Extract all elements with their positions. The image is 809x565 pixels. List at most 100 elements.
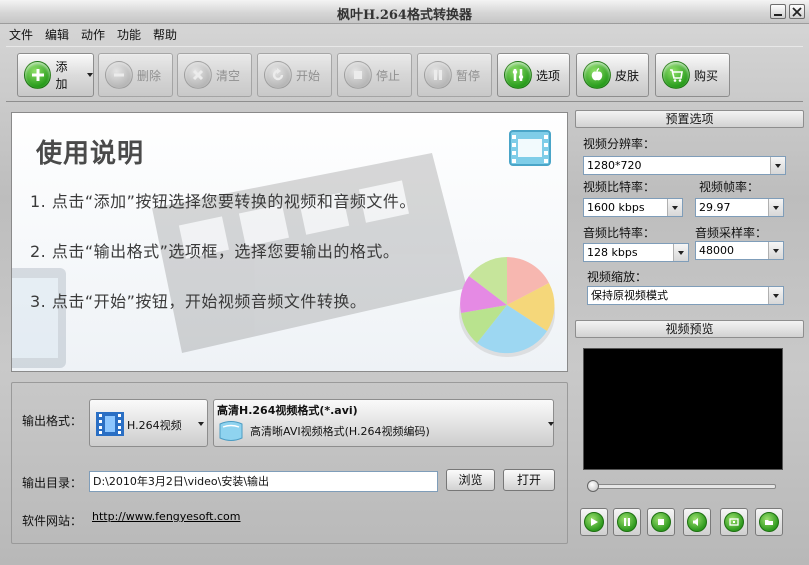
- frame-rate-select[interactable]: 29.97: [695, 198, 784, 217]
- apple-icon: [583, 61, 611, 89]
- video-file-icon: [219, 421, 243, 441]
- tools-icon: [504, 61, 532, 89]
- clear-label: 清空: [216, 68, 241, 83]
- open-folder-button[interactable]: [755, 508, 783, 536]
- snapshot-button[interactable]: [720, 508, 748, 536]
- sample-rate-select[interactable]: 48000: [695, 241, 784, 260]
- start-button[interactable]: 开始: [257, 53, 332, 97]
- audio-bitrate-label: 音频比特率：: [583, 226, 656, 240]
- chevron-down-icon: [768, 287, 783, 304]
- instruction-step-1: 1. 点击“添加”按钮选择您要转换的视频和音频文件。: [30, 192, 416, 211]
- stop-button[interactable]: 停止: [337, 53, 412, 97]
- output-format-label: 输出格式：: [22, 414, 83, 428]
- menu-function[interactable]: 功能: [117, 26, 141, 43]
- browse-button[interactable]: 浏览: [446, 469, 495, 491]
- stop-icon: [658, 519, 664, 525]
- audio-bitrate-select[interactable]: 128 kbps: [583, 243, 689, 262]
- video-bitrate-value: 1600 kbps: [587, 201, 645, 214]
- menu-help[interactable]: 帮助: [153, 26, 177, 43]
- cart-icon: [662, 61, 690, 89]
- play-button[interactable]: [580, 508, 608, 536]
- chevron-down-icon: [667, 199, 682, 216]
- format-select[interactable]: 高清H.264视频格式(*.avi) 高清晰AVI视频格式(H.264视频编码): [213, 399, 554, 447]
- seek-handle[interactable]: [587, 480, 599, 492]
- minimize-button[interactable]: [770, 4, 786, 19]
- chevron-down-icon: [673, 244, 688, 261]
- format-description: 高清晰AVI视频格式(H.264视频编码): [250, 425, 430, 438]
- pause-icon: [624, 518, 630, 526]
- output-dir-input[interactable]: D:\2010年3月2日\video\安装\输出: [89, 471, 438, 492]
- chevron-down-icon: [768, 242, 783, 259]
- format-title: 高清H.264视频格式(*.avi): [217, 404, 358, 417]
- frame-rate-value: 29.97: [699, 201, 731, 214]
- refresh-icon: [264, 61, 292, 89]
- options-label: 选项: [536, 68, 561, 83]
- preview-stop-button[interactable]: [647, 508, 675, 536]
- zoom-select[interactable]: 保持原视频模式: [587, 286, 784, 305]
- output-dir-value: D:\2010年3月2日\video\安装\输出: [93, 475, 270, 488]
- preset-header: 预置选项: [575, 110, 804, 128]
- instructions-title: 使用说明: [36, 139, 145, 169]
- volume-button[interactable]: [683, 508, 711, 536]
- film-icon: [96, 412, 124, 436]
- chevron-down-icon[interactable]: [87, 73, 93, 77]
- frame-rate-label: 视频帧率：: [699, 180, 760, 194]
- pause-label: 暂停: [456, 68, 481, 83]
- sample-rate-label: 音频采样率：: [695, 226, 768, 240]
- menu-action[interactable]: 动作: [81, 26, 105, 43]
- skin-button[interactable]: 皮肤: [576, 53, 649, 97]
- instruction-step-3: 3. 点击“开始”按钮，开始视频音频文件转换。: [30, 292, 367, 311]
- instructions-panel: 使用说明 1. 点击“添加”按钮选择您要转换的视频和音频文件。 2. 点击“输出…: [11, 112, 568, 372]
- pie-graphic: [459, 257, 555, 357]
- film-icon: [509, 130, 551, 166]
- stop-icon: [344, 61, 372, 89]
- minimize-icon: [774, 13, 782, 16]
- close-icon: [792, 6, 802, 17]
- minus-icon: [105, 61, 133, 89]
- preview-pause-button[interactable]: [613, 508, 641, 536]
- audio-bitrate-value: 128 kbps: [587, 246, 638, 259]
- delete-button[interactable]: 删除: [98, 53, 173, 97]
- chevron-down-icon: [198, 422, 204, 426]
- add-label: 添加: [55, 60, 68, 91]
- seek-bar[interactable]: [590, 484, 776, 489]
- chevron-down-icon: [548, 422, 554, 426]
- menu-edit[interactable]: 编辑: [45, 26, 69, 43]
- pause-button[interactable]: 暂停: [417, 53, 492, 97]
- pause-icon: [424, 61, 452, 89]
- buy-label: 购买: [694, 68, 719, 83]
- format-category-button[interactable]: H.264视频: [89, 399, 208, 447]
- add-button[interactable]: 添加: [17, 53, 94, 97]
- buy-button[interactable]: 购买: [655, 53, 730, 97]
- screen-icon: [729, 518, 739, 526]
- video-bitrate-label: 视频比特率：: [583, 180, 656, 194]
- start-label: 开始: [296, 68, 321, 83]
- website-label: 软件网站：: [22, 514, 83, 528]
- instruction-step-2: 2. 点击“输出格式”选项框，选择您要输出的格式。: [30, 242, 400, 261]
- zoom-label: 视频缩放：: [587, 270, 648, 284]
- menu-file[interactable]: 文件: [9, 26, 33, 43]
- format-category-label: H.264视频: [127, 419, 182, 432]
- close-button[interactable]: [789, 4, 805, 19]
- clear-button[interactable]: 清空: [177, 53, 252, 97]
- chevron-down-icon: [770, 157, 785, 174]
- play-icon: [591, 518, 598, 526]
- x-icon: [184, 61, 212, 89]
- options-button[interactable]: 选项: [497, 53, 570, 97]
- resolution-label: 视频分辨率：: [583, 137, 656, 151]
- add-icon: [24, 61, 52, 89]
- video-preview: [583, 348, 783, 470]
- chevron-down-icon: [768, 199, 783, 216]
- resolution-select[interactable]: 1280*720: [583, 156, 786, 175]
- stop-label: 停止: [376, 68, 401, 83]
- skin-label: 皮肤: [615, 68, 640, 83]
- video-bitrate-select[interactable]: 1600 kbps: [583, 198, 683, 217]
- website-link[interactable]: http://www.fengyesoft.com: [92, 510, 241, 523]
- output-dir-label: 输出目录：: [22, 476, 83, 490]
- preview-header: 视频预览: [575, 320, 804, 338]
- speaker-icon: [693, 518, 698, 526]
- open-button[interactable]: 打开: [503, 469, 555, 491]
- resolution-value: 1280*720: [587, 159, 642, 172]
- delete-label: 删除: [137, 68, 162, 83]
- window-title: 枫叶H.264格式转换器: [337, 8, 472, 23]
